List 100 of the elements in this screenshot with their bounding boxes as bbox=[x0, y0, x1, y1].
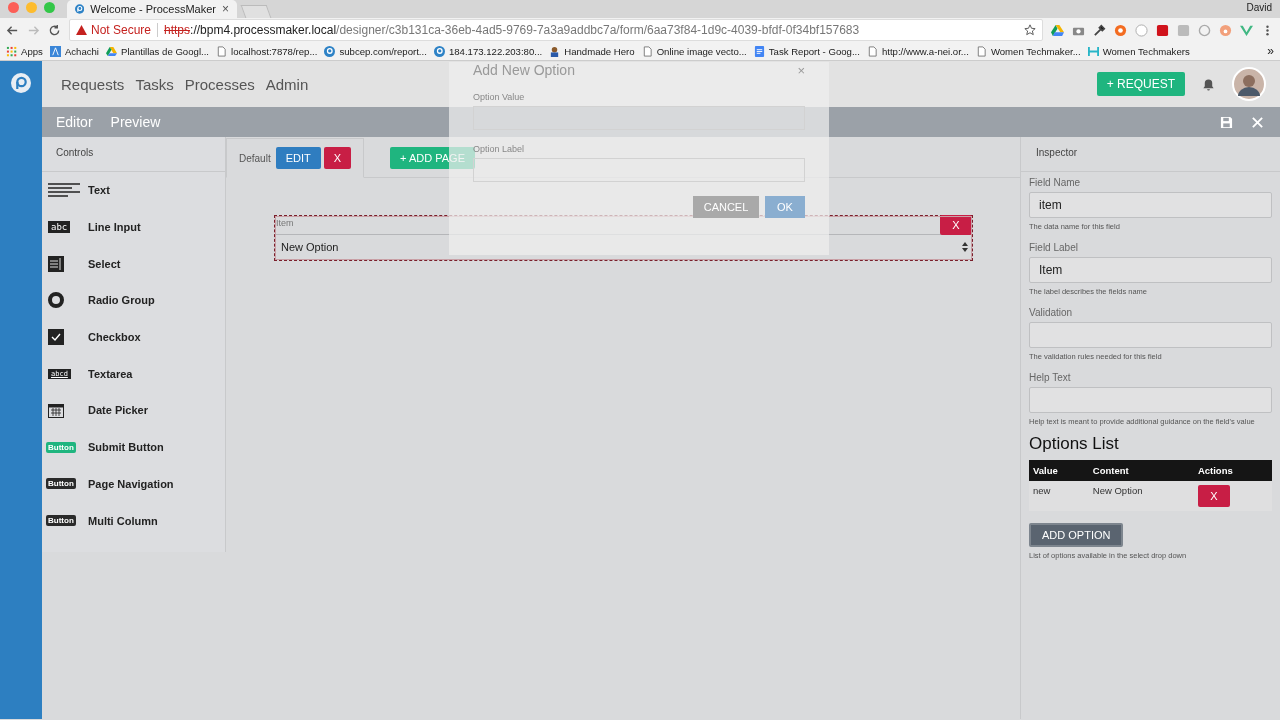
table-cell: New Option bbox=[1088, 481, 1194, 511]
field-label: Option Label bbox=[473, 144, 526, 154]
radio-icon bbox=[48, 292, 64, 309]
drive-icon bbox=[106, 45, 117, 57]
table-cell: new bbox=[1029, 481, 1089, 511]
figure-icon bbox=[549, 45, 561, 57]
control-item[interactable]: Select bbox=[42, 245, 225, 283]
control-item[interactable]: Button Submit Button bbox=[42, 428, 225, 466]
avatar[interactable] bbox=[1232, 67, 1266, 101]
delete-option-button[interactable]: X bbox=[1197, 485, 1230, 507]
circle-icon[interactable] bbox=[1135, 23, 1148, 37]
checkbox-icon bbox=[48, 329, 64, 346]
star-icon[interactable] bbox=[1024, 24, 1036, 36]
column-header: Content bbox=[1088, 460, 1194, 481]
address-bar[interactable]: Not Secure https://bpm4.processmaker.local/designer/c3b131ca-36eb-4ad5-9769-7a3a9addbc7a/form/6aa73f84-1d9c-4039-bfdf-0f34bf157683 bbox=[69, 19, 1043, 41]
control-item[interactable]: Button Page Navigation bbox=[42, 465, 225, 503]
button-icon: Button bbox=[46, 441, 76, 453]
extension-icon[interactable] bbox=[1156, 23, 1169, 37]
bookmark[interactable]: Online image vecto... bbox=[641, 45, 747, 57]
maximize-window-button[interactable] bbox=[44, 2, 55, 13]
field-label: Item bbox=[275, 217, 295, 230]
vue-icon[interactable] bbox=[1240, 23, 1253, 37]
close-icon[interactable] bbox=[1251, 115, 1264, 129]
button-icon: Button bbox=[46, 478, 76, 490]
bookmark[interactable]: 184.173.122.203:80... bbox=[433, 45, 543, 57]
sort-arrows-icon bbox=[962, 242, 968, 252]
field-label: Field Label bbox=[1029, 242, 1079, 253]
panel-title: Inspector bbox=[1021, 137, 1280, 172]
input-field[interactable]: Item bbox=[1029, 257, 1272, 283]
control-item[interactable]: abc Line Input bbox=[42, 208, 225, 246]
input-field[interactable]: item bbox=[1029, 192, 1272, 218]
calendar-icon bbox=[48, 402, 64, 419]
bookmark[interactable]: Achachi bbox=[49, 45, 99, 57]
control-item[interactable]: Button Multi Column bbox=[42, 502, 225, 539]
logo-icon bbox=[324, 45, 336, 57]
button-icon: Button bbox=[46, 515, 76, 527]
bookmark[interactable]: subcep.com/report... bbox=[324, 45, 427, 57]
document-icon bbox=[753, 45, 765, 57]
input-icon: abc bbox=[48, 221, 71, 234]
nav-link[interactable]: Processes bbox=[184, 75, 255, 93]
app-icon bbox=[49, 45, 61, 57]
bell-icon[interactable] bbox=[1202, 77, 1215, 91]
input-field[interactable] bbox=[473, 158, 805, 182]
drive-icon[interactable] bbox=[1051, 23, 1064, 37]
nav-link[interactable]: Requests bbox=[61, 75, 125, 93]
close-window-button[interactable] bbox=[8, 2, 19, 13]
eyedropper-icon[interactable] bbox=[1093, 23, 1106, 37]
page-icon bbox=[866, 45, 878, 57]
control-item[interactable]: Checkbox bbox=[42, 318, 225, 356]
nav-link[interactable]: Tasks bbox=[135, 75, 174, 93]
warning-icon bbox=[76, 25, 87, 35]
field-label: Option Value bbox=[473, 92, 526, 102]
control-item[interactable]: Radio Group bbox=[42, 282, 225, 319]
control-item[interactable]: Date Picker bbox=[42, 392, 225, 429]
column-header: Value bbox=[1029, 460, 1089, 481]
field-label: Validation bbox=[1029, 307, 1074, 318]
more-bookmarks-button[interactable]: » bbox=[1267, 44, 1274, 58]
bookmark[interactable]: Women Techmakers bbox=[1087, 45, 1190, 57]
page-icon bbox=[975, 45, 987, 57]
tab-title: Welcome - ProcessMaker bbox=[90, 3, 216, 15]
profile-name[interactable]: David bbox=[1246, 2, 1272, 13]
page-icon bbox=[641, 45, 653, 57]
field-label: Field Name bbox=[1029, 177, 1082, 188]
page-name: Default bbox=[239, 152, 271, 164]
input-field[interactable] bbox=[473, 106, 805, 130]
browser-tab[interactable]: Welcome - ProcessMaker × bbox=[67, 0, 237, 18]
column-header: Actions bbox=[1193, 460, 1272, 481]
edit-button[interactable]: EDIT bbox=[275, 147, 321, 169]
save-icon[interactable] bbox=[1220, 115, 1233, 129]
bookmark[interactable]: Apps bbox=[6, 45, 43, 57]
page-tab[interactable]: Default EDIT X bbox=[226, 138, 365, 178]
lifebuoy-icon[interactable] bbox=[1114, 23, 1127, 37]
delete-field-button[interactable]: X bbox=[940, 215, 972, 235]
control-item[interactable]: Text bbox=[42, 172, 225, 209]
brackets-icon bbox=[1087, 45, 1099, 57]
add-option-button[interactable]: ADD OPTION bbox=[1029, 523, 1124, 547]
input-field[interactable] bbox=[1029, 322, 1272, 348]
text-lines-icon bbox=[48, 183, 80, 198]
bookmark[interactable]: Task Report - Goog... bbox=[753, 45, 860, 57]
panel-title: Controls bbox=[42, 137, 225, 172]
reload-icon[interactable] bbox=[48, 23, 61, 37]
section-title: Options List bbox=[1029, 434, 1120, 454]
apps-grid-icon bbox=[6, 45, 17, 57]
page-icon bbox=[216, 45, 227, 57]
delete-button[interactable]: X bbox=[323, 147, 352, 169]
nav-link[interactable]: Admin bbox=[265, 75, 309, 93]
new-tab-button[interactable] bbox=[240, 5, 272, 18]
bookmark[interactable]: Women Techmaker... bbox=[975, 45, 1081, 57]
input-field[interactable] bbox=[1029, 387, 1272, 413]
logo-icon bbox=[75, 3, 85, 15]
bookmark[interactable]: localhost:7878/rep... bbox=[216, 45, 318, 57]
select-icon bbox=[48, 255, 64, 272]
bookmark[interactable]: http://www.a-nei.or... bbox=[866, 45, 969, 57]
field-label: Help Text bbox=[1029, 372, 1072, 383]
bookmark[interactable]: Handmade Hero bbox=[549, 45, 635, 57]
logo-icon bbox=[433, 45, 445, 57]
logo-icon[interactable] bbox=[11, 73, 31, 93]
bookmark[interactable]: Plantillas de Googl... bbox=[106, 45, 209, 57]
close-tab-button[interactable]: × bbox=[222, 2, 229, 16]
dialog-title: Add New Option bbox=[473, 62, 575, 78]
